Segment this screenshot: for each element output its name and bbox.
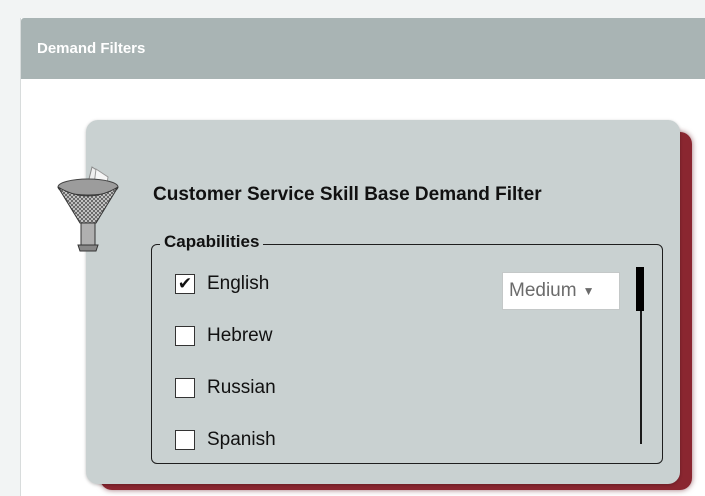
capability-label: Hebrew xyxy=(207,325,273,346)
english-checkbox[interactable]: ✔ xyxy=(175,274,195,294)
card-title: Customer Service Skill Base Demand Filte… xyxy=(153,184,542,205)
russian-checkbox[interactable] xyxy=(175,378,195,398)
capabilities-legend: Capabilities xyxy=(160,232,264,252)
caret-down-icon: ▼ xyxy=(582,284,595,298)
panel-header: Demand Filters xyxy=(21,18,705,79)
hebrew-checkbox[interactable] xyxy=(175,326,195,346)
panel-title: Demand Filters xyxy=(37,40,146,57)
skill-level-select[interactable]: Medium ▼ xyxy=(502,272,620,310)
capability-label: English xyxy=(207,273,270,294)
funnel-filter-icon xyxy=(57,166,119,252)
capability-item-russian[interactable]: Russian xyxy=(175,375,276,401)
checkmark-icon: ✔ xyxy=(177,273,193,294)
skill-level-value: Medium xyxy=(509,280,577,301)
capability-label: Spanish xyxy=(207,429,276,450)
capability-item-english[interactable]: ✔ English xyxy=(175,271,269,297)
spanish-checkbox[interactable] xyxy=(175,430,195,450)
capability-item-spanish[interactable]: Spanish xyxy=(175,427,276,452)
capability-label: Russian xyxy=(207,377,276,398)
scrollbar-thumb[interactable] xyxy=(636,267,644,311)
capability-item-hebrew[interactable]: Hebrew xyxy=(175,323,272,349)
